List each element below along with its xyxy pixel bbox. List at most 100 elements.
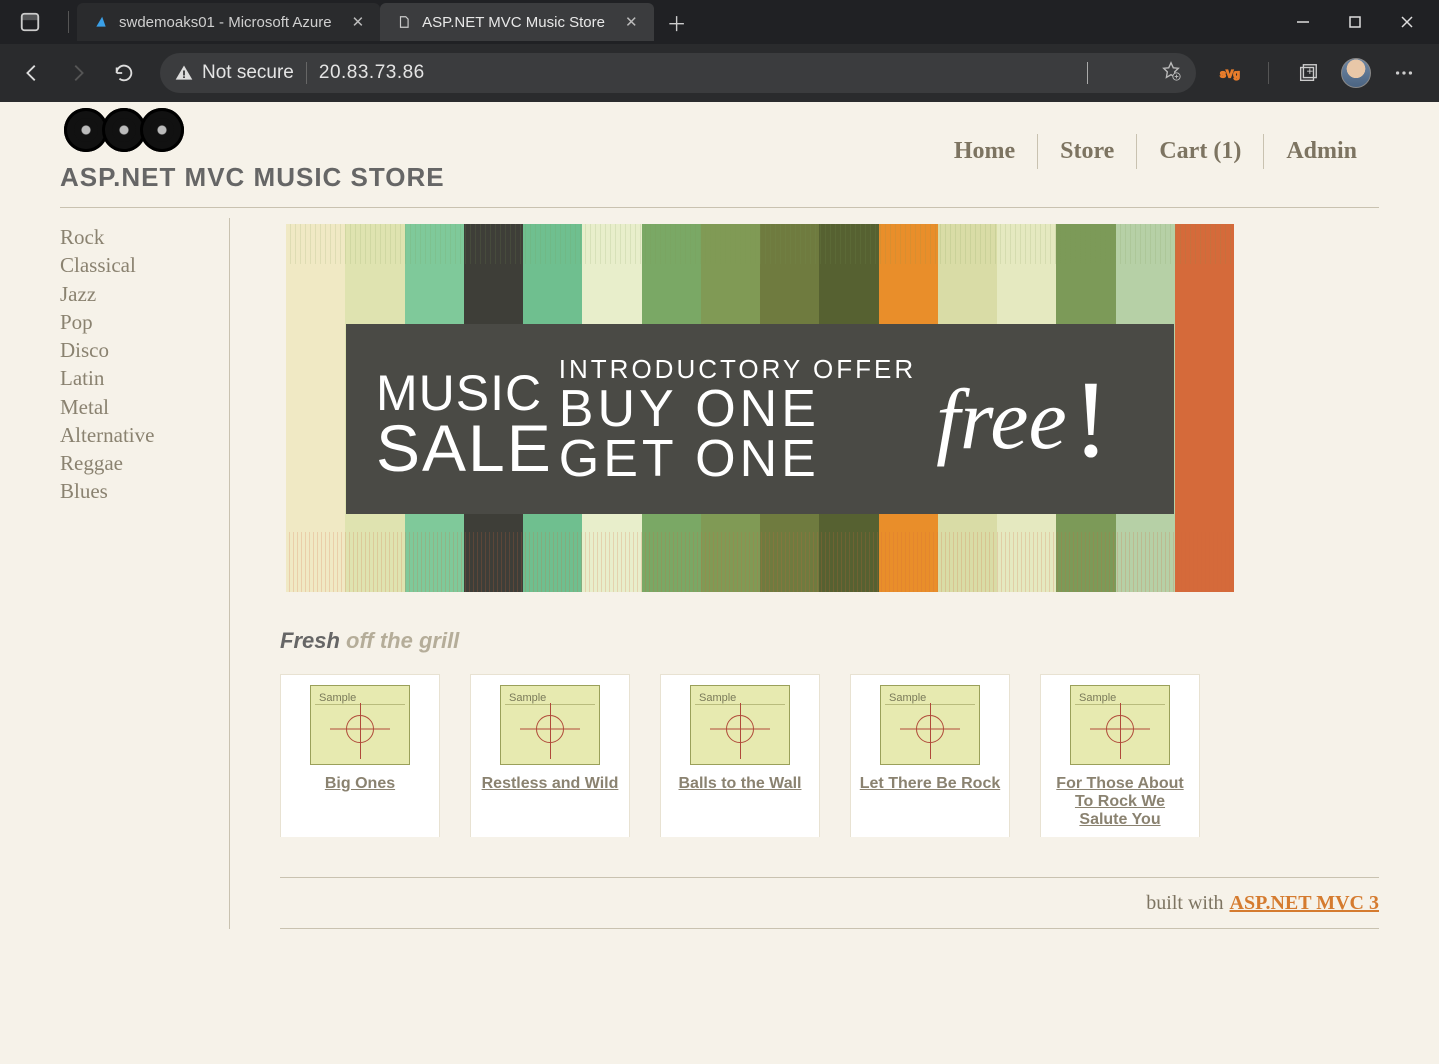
promo-free-text: free [936, 369, 1067, 469]
sample-label: Sample [509, 692, 546, 704]
album-title-link[interactable]: For Those About To Rock We Salute You [1049, 775, 1191, 829]
genre-sidebar: Rock Classical Jazz Pop Disco Latin Meta… [60, 218, 230, 929]
back-button[interactable] [12, 53, 52, 93]
texture [286, 532, 1234, 592]
sample-label: Sample [699, 692, 736, 704]
sidebar-item-pop[interactable]: Pop [60, 309, 229, 335]
forward-button[interactable] [58, 53, 98, 93]
tabs: swdemoaks01 - Microsoft Azure ✕ ASP.NET … [77, 0, 694, 44]
page: ASP.NET MVC MUSIC STORE Home Store Cart … [0, 102, 1439, 949]
album-card[interactable]: Sample Restless and Wild [470, 674, 630, 837]
minimize-button[interactable] [1291, 10, 1315, 34]
text-cursor [1087, 62, 1088, 84]
album-card[interactable]: Sample For Those About To Rock We Salute… [1040, 674, 1200, 837]
nav-admin[interactable]: Admin [1264, 134, 1379, 169]
warning-icon [174, 63, 194, 83]
content: MUSIC SALE INTRODUCTORY OFFER BUY ONE GE… [260, 218, 1379, 929]
fresh-rest: off the grill [340, 628, 459, 653]
close-icon[interactable]: ✕ [352, 13, 365, 31]
separator [68, 11, 69, 33]
main-nav: Home Store Cart (1) Admin [932, 108, 1379, 169]
album-card[interactable]: Sample Let There Be Rock [850, 674, 1010, 837]
sidebar-item-alternative[interactable]: Alternative [60, 422, 229, 448]
texture [286, 224, 1234, 264]
album-title-link[interactable]: Restless and Wild [479, 775, 621, 793]
profile-button[interactable] [1339, 56, 1373, 90]
album-cover-placeholder: Sample [310, 685, 410, 765]
avatar [1341, 58, 1371, 88]
close-window-button[interactable] [1395, 10, 1419, 34]
more-button[interactable] [1387, 56, 1421, 90]
promo-get: GET ONE [559, 435, 916, 484]
toolbar: Not secure 20.83.73.86 sVg [0, 44, 1439, 102]
album-card[interactable]: Sample Big Ones [280, 674, 440, 837]
promo-text-block: MUSIC SALE INTRODUCTORY OFFER BUY ONE GE… [346, 324, 1174, 514]
album-cover-placeholder: Sample [880, 685, 980, 765]
toolbar-right: sVg [1212, 56, 1427, 90]
footer: built with ASP.NET MVC 3 [280, 877, 1379, 929]
nav-home[interactable]: Home [932, 134, 1038, 169]
sidebar-item-reggae[interactable]: Reggae [60, 450, 229, 476]
sidebar-item-classical[interactable]: Classical [60, 252, 229, 278]
sidebar-item-jazz[interactable]: Jazz [60, 281, 229, 307]
security-status[interactable]: Not secure [174, 62, 294, 84]
promo-exclaim: ! [1073, 356, 1110, 483]
tab-azure[interactable]: swdemoaks01 - Microsoft Azure ✕ [77, 3, 380, 41]
body: Rock Classical Jazz Pop Disco Latin Meta… [60, 218, 1379, 929]
nav-store[interactable]: Store [1038, 134, 1137, 169]
tab-title: swdemoaks01 - Microsoft Azure [119, 14, 332, 31]
promo-buy: BUY ONE [559, 385, 916, 434]
window-controls [1291, 10, 1433, 34]
close-icon[interactable]: ✕ [625, 13, 638, 31]
album-cover-placeholder: Sample [690, 685, 790, 765]
album-list: Sample Big Ones Sample Restless and Wild… [280, 674, 1379, 837]
nav-cart[interactable]: Cart (1) [1137, 134, 1264, 169]
browser-chrome: swdemoaks01 - Microsoft Azure ✕ ASP.NET … [0, 0, 1439, 102]
fresh-heading: Fresh off the grill [280, 628, 1379, 654]
address-bar[interactable]: Not secure 20.83.73.86 [160, 53, 1196, 93]
album-cover-placeholder: Sample [500, 685, 600, 765]
album-title-link[interactable]: Balls to the Wall [669, 775, 811, 793]
album-card[interactable]: Sample Balls to the Wall [660, 674, 820, 837]
maximize-button[interactable] [1343, 10, 1367, 34]
brand[interactable]: ASP.NET MVC MUSIC STORE [60, 108, 445, 193]
sidebar-item-blues[interactable]: Blues [60, 478, 229, 504]
extension-svg-icon[interactable]: sVg [1212, 56, 1246, 90]
divider [60, 207, 1379, 208]
tab-music-store[interactable]: ASP.NET MVC Music Store ✕ [380, 3, 653, 41]
new-tab-button[interactable]: ＋ [660, 5, 694, 39]
album-title-link[interactable]: Big Ones [289, 775, 431, 793]
site-header: ASP.NET MVC MUSIC STORE Home Store Cart … [60, 102, 1379, 193]
tab-title: ASP.NET MVC Music Store [422, 14, 605, 31]
album-cover-placeholder: Sample [1070, 685, 1170, 765]
page-icon [396, 14, 412, 30]
url-text: 20.83.73.86 [319, 62, 425, 84]
fresh-bold: Fresh [280, 628, 340, 653]
promo-left: MUSIC SALE [376, 364, 553, 475]
album-title-link[interactable]: Let There Be Rock [859, 775, 1001, 793]
separator [306, 62, 307, 84]
promo-free: free ! [936, 356, 1109, 483]
sidebar-item-metal[interactable]: Metal [60, 394, 229, 420]
footer-link[interactable]: ASP.NET MVC 3 [1230, 892, 1379, 915]
site-title: ASP.NET MVC MUSIC STORE [60, 162, 445, 193]
logo-discs-icon [60, 108, 445, 152]
sample-label: Sample [889, 692, 926, 704]
favorite-button[interactable] [1160, 60, 1182, 87]
sample-label: Sample [1079, 692, 1116, 704]
sample-label: Sample [319, 692, 356, 704]
refresh-button[interactable] [104, 53, 144, 93]
promo-mid: INTRODUCTORY OFFER BUY ONE GET ONE [559, 354, 916, 484]
sidebar-item-disco[interactable]: Disco [60, 337, 229, 363]
sidebar-item-rock[interactable]: Rock [60, 224, 229, 250]
edge-app-icon[interactable] [10, 2, 50, 42]
separator [1268, 62, 1269, 84]
sidebar-item-latin[interactable]: Latin [60, 365, 229, 391]
titlebar: swdemoaks01 - Microsoft Azure ✕ ASP.NET … [0, 0, 1439, 44]
security-label: Not secure [202, 62, 294, 84]
svg-text:sVg: sVg [1220, 69, 1240, 81]
collections-button[interactable] [1291, 56, 1325, 90]
azure-icon [93, 14, 109, 30]
star-plus-icon [1160, 60, 1182, 82]
promo-sale: SALE [376, 422, 553, 475]
